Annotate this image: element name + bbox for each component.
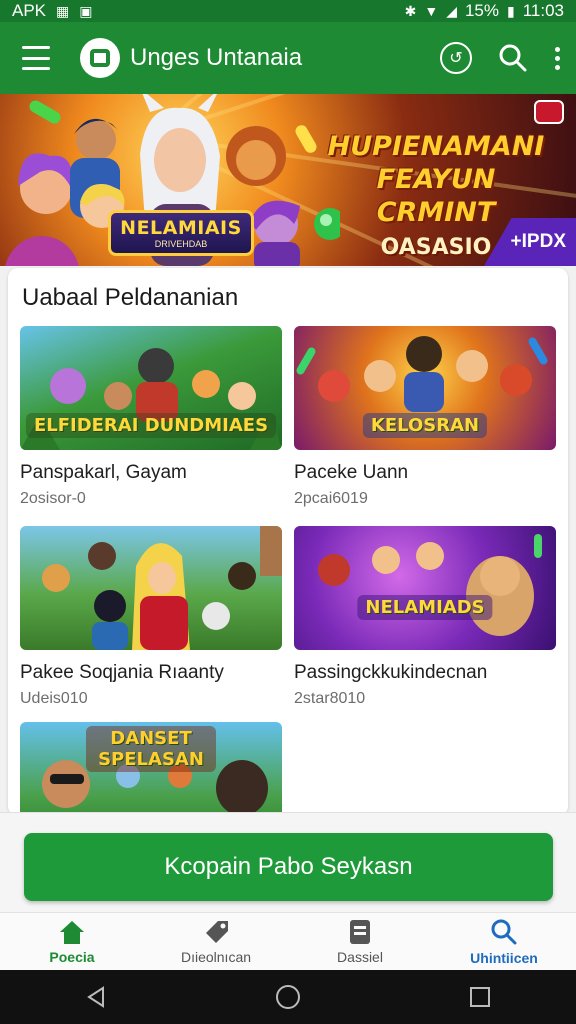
status-app-text: APK bbox=[12, 1, 47, 20]
tag-icon bbox=[206, 920, 228, 943]
game-name: Passingckkukindecnan bbox=[294, 662, 488, 683]
refresh-circle-icon[interactable]: ↺ bbox=[440, 42, 472, 74]
game-thumbnail-title: ELFIDERAI DUNDMIAES bbox=[25, 413, 277, 438]
document-icon bbox=[350, 919, 370, 944]
nav-item-tags[interactable]: Dıieolnıcan bbox=[144, 913, 288, 970]
app-screen: APK ▦ ▣ ✱ ▼ ◢ 15% ▮ 11:03 Unges Untanaia… bbox=[0, 0, 576, 1024]
game-meta: 2osisor-0 bbox=[20, 490, 86, 507]
game-thumbnail[interactable]: ELFIDERAI DUNDMIAES bbox=[20, 326, 282, 450]
game-card[interactable]: DANSET SPELASAN bbox=[20, 722, 282, 816]
nav-item-docs[interactable]: Dassiel bbox=[288, 913, 432, 970]
wifi-icon: ▼ bbox=[424, 3, 439, 19]
nav-label-home: Poecia bbox=[49, 948, 95, 965]
section-title: Uabaal Peldananian bbox=[22, 284, 239, 311]
notification-icon: ▦ bbox=[56, 3, 70, 19]
cta-area: Kcopain Pabo Seykasn bbox=[0, 812, 576, 912]
game-thumbnail-title: KELOSRAN bbox=[362, 413, 488, 438]
app-title: Unges Untanaia bbox=[130, 44, 303, 71]
back-icon[interactable] bbox=[76, 977, 116, 1017]
bottom-navigation: Poecia Dıieolnıcan Dassiel Uhintiicen bbox=[0, 912, 576, 970]
nav-item-search[interactable]: Uhintiicen bbox=[432, 913, 576, 970]
home-button-icon[interactable] bbox=[268, 977, 308, 1017]
game-name: Paceke Uann bbox=[294, 462, 409, 483]
game-thumbnail-title: DANSET SPELASAN bbox=[86, 726, 216, 772]
home-icon bbox=[60, 920, 84, 944]
game-meta: 2pcai6019 bbox=[294, 490, 368, 507]
game-thumbnail[interactable] bbox=[20, 526, 282, 650]
games-section: Uabaal Peldananian ELFIDERAI DUNDMIAES P… bbox=[8, 268, 568, 816]
game-thumbnail[interactable]: NELAMIADS bbox=[294, 526, 556, 650]
nav-item-home[interactable]: Poecia bbox=[0, 913, 144, 970]
recents-icon[interactable] bbox=[460, 977, 500, 1017]
game-card[interactable]: NELAMIADS Passingckkukindecnan 2star8010 bbox=[294, 526, 556, 708]
menu-icon[interactable] bbox=[22, 46, 50, 70]
bluetooth-icon: ✱ bbox=[404, 3, 417, 19]
download-icon: ▣ bbox=[79, 3, 93, 19]
search-icon[interactable] bbox=[498, 43, 528, 73]
search-icon bbox=[491, 919, 517, 944]
game-card[interactable]: ELFIDERAI DUNDMIAES Panspakarl, Gayam 2o… bbox=[20, 326, 282, 508]
banner-logo-sub: DRIVEHDAB bbox=[154, 239, 208, 249]
signal-icon: ◢ bbox=[446, 3, 457, 19]
nav-label-tags: Dıieolnıcan bbox=[180, 948, 252, 965]
banner-logo-main: NELAMIAIS bbox=[120, 217, 242, 239]
game-card[interactable]: Pakee Soqjania Rıaanty Udeis010 bbox=[20, 526, 282, 708]
game-name: Panspakarl, Gayam bbox=[20, 462, 187, 483]
more-vert-icon[interactable] bbox=[554, 46, 560, 70]
clock: 11:03 bbox=[522, 1, 564, 20]
status-bar: APK ▦ ▣ ✱ ▼ ◢ 15% ▮ 11:03 bbox=[0, 0, 576, 22]
app-bar: Unges Untanaia ↺ bbox=[0, 22, 576, 94]
nav-label-docs: Dassiel bbox=[337, 948, 383, 965]
app-logo bbox=[80, 38, 120, 78]
battery-icon: ▮ bbox=[507, 3, 515, 19]
game-thumbnail[interactable]: DANSET SPELASAN bbox=[20, 722, 282, 816]
game-thumbnail-title: NELAMIADS bbox=[357, 595, 493, 620]
promo-banner[interactable]: NELAMIAIS DRIVEHDAB HUPIENAMANI FEAYUN C… bbox=[0, 94, 576, 266]
primary-cta-button[interactable]: Kcopain Pabo Seykasn bbox=[24, 833, 553, 901]
promo-line-1: HUPIENAMANI bbox=[327, 131, 545, 162]
game-meta: Udeis010 bbox=[20, 690, 88, 707]
game-thumbnail[interactable]: KELOSRAN bbox=[294, 326, 556, 450]
system-navigation-bar bbox=[0, 970, 576, 1024]
nav-label-search: Uhintiicen bbox=[470, 949, 538, 966]
battery-level: 15% bbox=[464, 1, 499, 20]
banner-badge-icon bbox=[534, 100, 564, 124]
banner-game-logo: NELAMIAIS DRIVEHDAB bbox=[108, 210, 254, 256]
game-meta: 2star8010 bbox=[294, 690, 366, 707]
game-card[interactable]: KELOSRAN Paceke Uann 2pcai6019 bbox=[294, 326, 556, 508]
game-name: Pakee Soqjania Rıaanty bbox=[20, 662, 224, 683]
